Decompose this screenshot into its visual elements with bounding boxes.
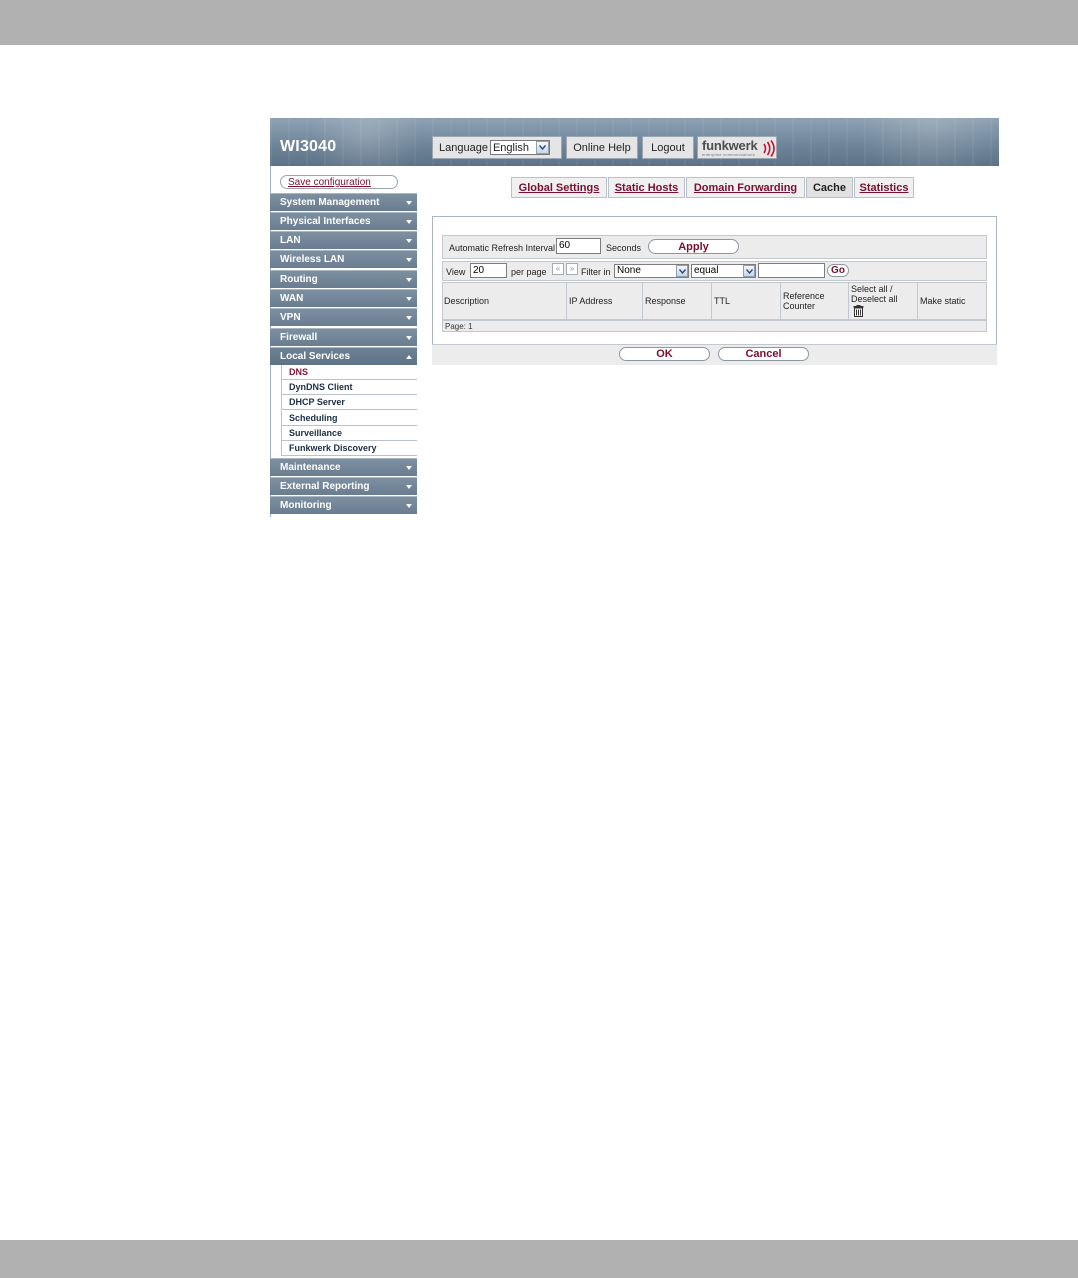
chevron-down-icon[interactable] xyxy=(676,265,688,277)
sidebar-item-physical-interfaces[interactable]: Physical Interfaces xyxy=(270,212,417,230)
language-label: Language xyxy=(439,141,488,154)
next-page-icon[interactable]: » xyxy=(566,263,578,275)
pager-row: Page: 1 xyxy=(442,320,987,332)
triangle-down-icon xyxy=(406,220,412,224)
column-header-response[interactable]: Response xyxy=(643,282,712,320)
column-header-ttl[interactable]: TTL xyxy=(712,282,781,320)
go-button[interactable]: Go xyxy=(827,264,849,277)
filter-search-input[interactable] xyxy=(758,263,825,278)
triangle-down-icon xyxy=(406,336,412,340)
sidebar-item-label: Monitoring xyxy=(280,500,332,511)
brand-tagline: enterprise communications xyxy=(702,152,755,157)
chevron-down-icon[interactable] xyxy=(743,265,755,277)
filter-field-value: None xyxy=(617,265,641,276)
triangle-down-icon xyxy=(406,239,412,243)
triangle-down-icon xyxy=(406,485,412,489)
column-header-select-all[interactable]: Select all / Deselect all xyxy=(849,282,918,320)
sidebar-subitem-surveillance[interactable]: Surveillance xyxy=(281,426,417,441)
sidebar-item-wireless-lan[interactable]: Wireless LAN xyxy=(270,250,417,268)
online-help-button[interactable]: Online Help xyxy=(566,136,638,159)
page-top-bar xyxy=(0,0,1078,45)
save-configuration-button[interactable]: Save configuration xyxy=(280,175,398,189)
filter-field-select[interactable]: None xyxy=(614,264,689,278)
view-count-input[interactable]: 20 xyxy=(470,263,507,278)
sidebar-item-vpn[interactable]: VPN xyxy=(270,308,417,326)
view-label: View xyxy=(446,267,466,277)
seconds-label: Seconds xyxy=(606,243,642,253)
cancel-button[interactable]: Cancel xyxy=(718,347,809,361)
per-page-label: per page xyxy=(511,267,547,277)
sidebar-subitem-dns[interactable]: DNS xyxy=(281,365,417,380)
sidebar-subitem-funkwerk-discovery[interactable]: Funkwerk Discovery xyxy=(281,441,417,456)
previous-page-icon[interactable]: « xyxy=(552,263,564,275)
trash-icon[interactable] xyxy=(853,305,864,317)
brand-logo: funkwerk enterprise communications xyxy=(697,136,777,159)
sidebar-item-label: VPN xyxy=(280,312,301,323)
sidebar-item-firewall[interactable]: Firewall xyxy=(270,328,417,346)
refresh-interval-input[interactable]: 60 xyxy=(556,238,601,254)
product-title: WI3040 xyxy=(280,138,337,155)
tab-cache[interactable]: Cache xyxy=(806,177,853,198)
sidebar-subitem-dhcp-server[interactable]: DHCP Server xyxy=(281,395,417,410)
tab-statistics[interactable]: Statistics xyxy=(854,177,914,198)
sidebar-subitem-dyndns-client[interactable]: DynDNS Client xyxy=(281,380,417,395)
sidebar-subitem-scheduling[interactable]: Scheduling xyxy=(281,411,417,426)
language-selector[interactable]: Language English xyxy=(432,136,562,159)
sidebar-item-wan[interactable]: WAN xyxy=(270,289,417,307)
triangle-down-icon xyxy=(406,297,412,301)
triangle-down-icon xyxy=(406,466,412,470)
sidebar-item-label: Wireless LAN xyxy=(280,254,345,265)
triangle-down-icon xyxy=(406,316,412,320)
tab-static-hosts[interactable]: Static Hosts xyxy=(608,177,685,198)
brand-name: funkwerk xyxy=(702,138,758,153)
sidebar-item-label: LAN xyxy=(280,235,301,246)
sidebar-item-label: Local Services xyxy=(280,351,351,362)
select-all-label[interactable]: Select all / Deselect all xyxy=(851,284,903,304)
triangle-down-icon xyxy=(406,258,412,262)
sidebar-item-label: Physical Interfaces xyxy=(280,216,371,227)
sidebar-item-label: WAN xyxy=(280,293,304,304)
column-header-ip-address[interactable]: IP Address xyxy=(567,282,643,320)
signal-waves-icon xyxy=(763,140,775,157)
refresh-interval-label: Automatic Refresh Interval xyxy=(449,243,556,253)
column-header-description[interactable]: Description xyxy=(442,282,567,320)
triangle-down-icon xyxy=(406,278,412,282)
logout-button[interactable]: Logout xyxy=(642,136,694,159)
tab-domain-forwarding[interactable]: Domain Forwarding xyxy=(686,177,805,198)
sidebar-item-label: Maintenance xyxy=(280,462,341,473)
sidebar-item-label: Routing xyxy=(280,274,318,285)
page-bottom-bar xyxy=(0,1240,1078,1278)
sidebar-item-monitoring[interactable]: Monitoring xyxy=(270,496,417,514)
filter-in-label: Filter in xyxy=(581,267,611,277)
ok-button[interactable]: OK xyxy=(619,347,710,361)
filter-operator-select[interactable]: equal xyxy=(691,264,756,278)
sidebar-item-label: System Management xyxy=(280,197,380,208)
apply-button[interactable]: Apply xyxy=(648,239,739,254)
filter-operator-value: equal xyxy=(694,265,719,276)
sidebar-item-lan[interactable]: LAN xyxy=(270,231,417,249)
sidebar-item-system-management[interactable]: System Management xyxy=(270,193,417,211)
language-value: English xyxy=(492,141,530,154)
sidebar-item-local-services[interactable]: Local Services xyxy=(270,347,417,365)
column-header-make-static[interactable]: Make static xyxy=(918,282,987,320)
sidebar-item-maintenance[interactable]: Maintenance xyxy=(270,458,417,476)
sidebar-item-routing[interactable]: Routing xyxy=(270,270,417,288)
chevron-down-icon[interactable] xyxy=(535,141,549,154)
language-select[interactable]: English xyxy=(489,140,550,155)
triangle-up-icon xyxy=(406,355,412,359)
tab-global-settings[interactable]: Global Settings xyxy=(511,177,607,198)
triangle-down-icon xyxy=(406,504,412,508)
triangle-down-icon xyxy=(406,201,412,205)
column-header-reference-counter[interactable]: Reference Counter xyxy=(781,282,849,320)
form-footer xyxy=(432,344,997,365)
sidebar-item-label: Firewall xyxy=(280,332,318,343)
sidebar-item-label: External Reporting xyxy=(280,481,370,492)
sidebar-item-external-reporting[interactable]: External Reporting xyxy=(270,477,417,495)
